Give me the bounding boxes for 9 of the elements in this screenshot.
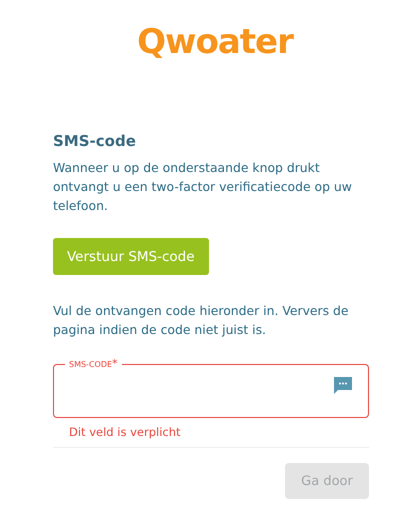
send-sms-button[interactable]: Verstuur SMS-code (53, 238, 209, 275)
logo: Qwoater (137, 22, 293, 62)
error-message: Dit veld is verplicht (69, 425, 182, 439)
instructions-text: Vul de ontvangen code hieronder in. Ververs de pagina indien de code niet juist is. (53, 302, 350, 339)
chat-bubble-icon (334, 376, 352, 394)
field-label: SMS-CODE* (68, 358, 119, 371)
sms-code-field[interactable]: SMS-CODE* (53, 358, 369, 418)
intro-text: Wanneer u op de onderstaande knop drukt ontvangt u een two-factor verificatiecode op uw telefoon. (53, 159, 353, 215)
heading: SMS-code (53, 132, 137, 150)
